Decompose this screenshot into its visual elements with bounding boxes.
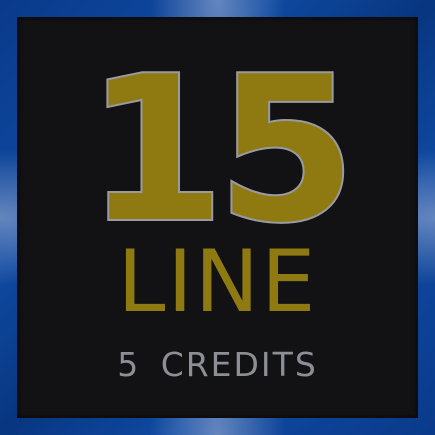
badge-frame[interactable]: 15 LINE 5 CREDITS [0,0,435,435]
badge-panel: 15 LINE 5 CREDITS [17,17,418,418]
credits-label: 5 CREDITS [117,345,318,384]
line-count-number: 15 [84,47,358,237]
line-label: LINE [117,232,318,332]
line-count-text: 15 [86,47,348,237]
